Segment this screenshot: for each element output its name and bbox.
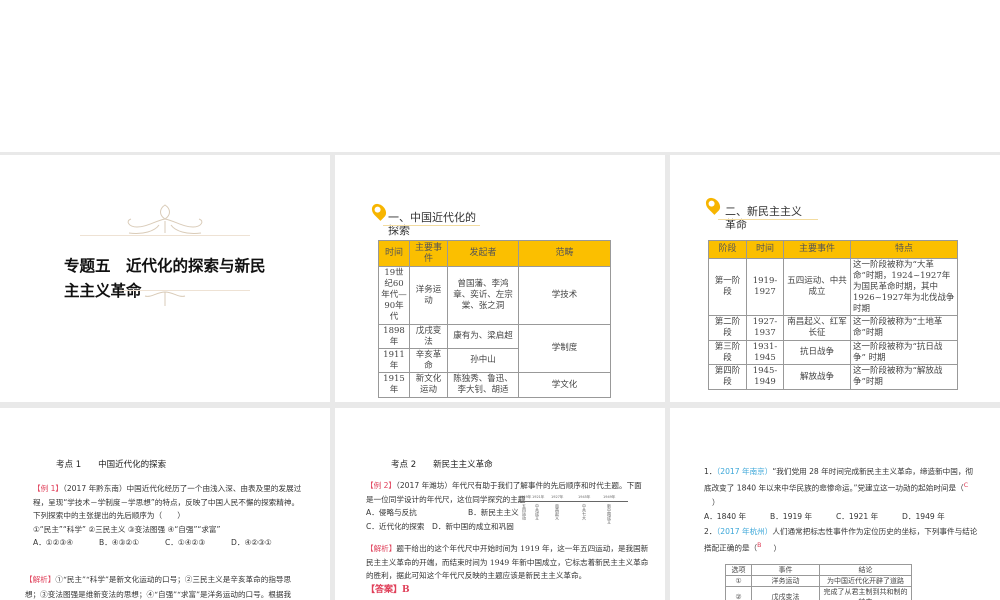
ornament-bottom-icon: [144, 291, 186, 306]
option-d[interactable]: D．新中国的成立和巩固: [432, 520, 514, 534]
slide-example-1[interactable]: 考点 1 中国近代化的探索 【例 1】（2017 年黔东南）中国近代化经历了一个…: [0, 408, 330, 600]
question-1: 1．（2017 年南京）“我们党用 28 年时间完成新民主主义革命，缔造新中国，…: [704, 465, 973, 524]
answer-label: 【答案】: [366, 584, 403, 595]
divider: [80, 235, 250, 236]
question-2: 2．（2017 年杭州）人们通常把标志性事件作为定位历史的坐标，下列事件与结论 …: [704, 527, 978, 553]
slide-new-democratic-table[interactable]: 二、新民主主义 革命 阶段 时间 主要事件 特点 第一阶段 1919-1927 …: [670, 155, 1000, 402]
table-row: 第二阶段 1927-1937 南昌起义、红军长征 这一阶段被称为“土地革命”时期: [708, 315, 958, 341]
timeline-figure: 1919年 1921年 1927年 1945年 1949年 五四运动 中共成立 …: [518, 494, 630, 528]
analysis: 【解析】题干给出的这个年代尺中开始时间为 1919 年，这一年五四运动，是我国新…: [366, 544, 649, 595]
table-row: 第三阶段 1931-1945 抗日战争 这一阶段被称为“抗日战争” 时期: [708, 340, 958, 365]
answer-mark: C: [963, 482, 969, 489]
table-row: ① 洋务运动 为中国近代化开辟了道路: [725, 575, 912, 587]
option-c[interactable]: C．1921 年: [836, 510, 902, 524]
new-democratic-table: 阶段 时间 主要事件 特点 第一阶段 1919-1927 五四运动、中共成立 这…: [708, 240, 958, 390]
option-b[interactable]: B．1919 年: [770, 510, 836, 524]
section-title: 一、中国近代化的 探索: [388, 211, 476, 237]
timeline-axis: [518, 501, 628, 502]
option-a[interactable]: A．①②③④: [33, 536, 99, 550]
option-b[interactable]: B．④③②①: [99, 536, 165, 550]
option-c[interactable]: C．①④②③: [165, 536, 231, 550]
location-pin-icon: [369, 201, 389, 221]
slide-modernization-table[interactable]: 一、中国近代化的 探索 时间 主要事件 发起者 范畴 19世纪60年代—90年代…: [335, 155, 665, 402]
option-a[interactable]: A．1840 年: [704, 510, 770, 524]
section-title: 二、新民主主义 革命: [725, 205, 802, 231]
slide-practice[interactable]: 1．（2017 年南京）“我们党用 28 年时间完成新民主主义革命，缔造新中国，…: [670, 408, 1000, 600]
table-row: 1915年 新文化运动 陈独秀、鲁迅、李大钊、胡适 学文化: [378, 372, 611, 398]
option-b[interactable]: B．新民主主义: [468, 506, 519, 520]
table-row: 1898年 戊戌变法 康有为、梁启超 学制度: [378, 324, 611, 373]
topic-heading: 考点 2 新民主主义革命: [391, 460, 493, 470]
divider: [383, 225, 480, 226]
option-a[interactable]: A．侵略与反抗: [366, 506, 468, 520]
ornament-top-icon: [127, 204, 203, 234]
table-row: 19世纪60年代—90年代 洋务运动 曾国藩、李鸿章、奕䜣、左宗棠、张之洞 学技…: [378, 266, 611, 325]
events-conclusions-table: 选项 事件 结论 ① 洋务运动 为中国近代化开辟了道路 ② 戊戌变法 完成了从君主制到共和制…: [725, 564, 912, 600]
slide-example-2[interactable]: 考点 2 新民主主义革命 【例 2】（2017 年潍坊）年代尺有助于我们了解事件…: [335, 408, 665, 600]
option-d[interactable]: D．1949 年: [902, 510, 945, 524]
option-d[interactable]: D．④②③①: [231, 536, 272, 550]
table-row: ②戊戌变法完成了从君主制到共和制的转变: [725, 586, 912, 600]
top-blank-area: [0, 0, 1000, 152]
table-row: 第一阶段 1919-1927 五四运动、中共成立 这一阶段被称为“大革命”时期，…: [708, 258, 958, 316]
divider: [718, 219, 818, 220]
slide-title[interactable]: 专题五 近代化的探索与新民 主主义革命: [0, 155, 330, 402]
modernization-table: 时间 主要事件 发起者 范畴 19世纪60年代—90年代 洋务运动 曾国藩、李鸿…: [378, 240, 611, 398]
location-pin-icon: [703, 195, 723, 215]
table-row: 第四阶段 1945-1949 解放战争 这一阶段被称为“解放战争”时期: [708, 364, 958, 390]
answer-mark: B: [757, 542, 762, 549]
analysis: 【解析】①“民主”“科学”是新文化运动的口号；②三民主义是辛亥革命的指导思 想；…: [25, 575, 292, 599]
answer-value: B: [402, 584, 410, 595]
example-question: 【例 1】（2017 年黔东南）中国近代化经历了一个由浅入深、由表及里的发展过 …: [33, 482, 301, 550]
option-c[interactable]: C．近代化的探索: [366, 520, 432, 534]
topic-heading: 考点 1 中国近代化的探索: [56, 460, 167, 470]
